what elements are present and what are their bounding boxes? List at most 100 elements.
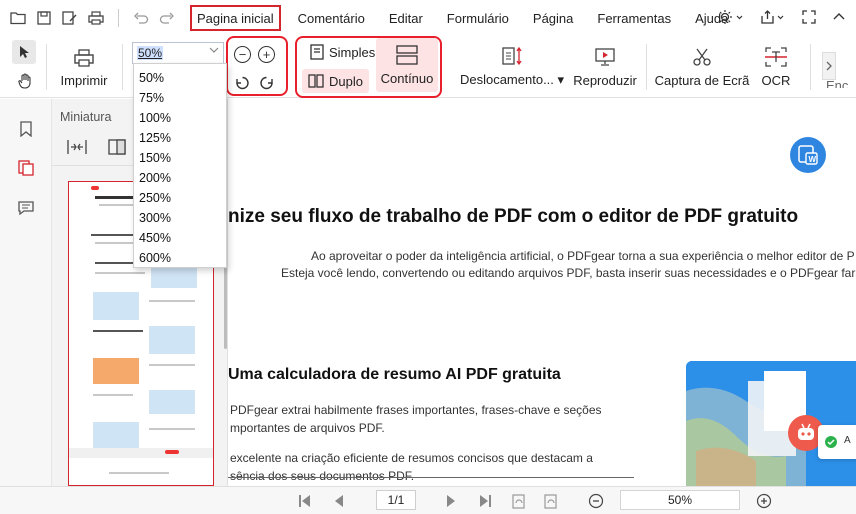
zoom-option[interactable]: 125% [134, 128, 226, 148]
zoom-in-icon[interactable]: + [258, 46, 275, 63]
split-pages-icon[interactable] [66, 139, 88, 158]
thumbnail-panel-title: Miniatura [60, 110, 112, 124]
double-page-label: Duplo [329, 73, 363, 89]
thumb-image [93, 292, 139, 320]
thumb-image [93, 422, 139, 448]
bottom-status-bar: 1/1 50% [0, 486, 856, 514]
thumb-line [149, 364, 195, 366]
ribbon-separator [646, 44, 647, 90]
previous-page-icon[interactable] [330, 491, 348, 511]
single-page-label: Simples [329, 44, 376, 60]
document-rule [228, 477, 634, 478]
select-tool-icon[interactable] [12, 40, 36, 64]
zoom-option[interactable]: 200% [134, 168, 226, 188]
play-label: Reproduzir [573, 73, 637, 88]
scroll-mode-button[interactable]: Deslocamento... ▾ [459, 44, 565, 88]
thumb-line [149, 428, 195, 430]
collapse-ribbon-icon[interactable] [832, 10, 846, 27]
ocr-button[interactable]: OCR [756, 44, 796, 88]
rotate-page-right-icon[interactable] [542, 491, 560, 511]
zoom-in-bottom-icon[interactable] [754, 491, 774, 511]
zoom-option[interactable]: 450% [134, 228, 226, 248]
chevron-right-icon[interactable] [822, 52, 836, 80]
rotate-left-icon[interactable] [234, 74, 251, 94]
single-page-icon [310, 44, 324, 60]
thumbnail-tools [66, 139, 126, 158]
rotate-page-left-icon[interactable] [510, 491, 528, 511]
screen-capture-button[interactable]: Captura de Ecrã [654, 44, 750, 88]
menu-editar[interactable]: Editar [377, 0, 435, 36]
zoom-level-field[interactable]: 50% [620, 490, 740, 510]
comment-icon[interactable] [16, 198, 36, 218]
last-page-icon[interactable] [476, 491, 494, 511]
ribbon-separator [122, 44, 123, 90]
scroll-mode-label: Deslocamento... ▾ [459, 72, 565, 87]
zoom-option[interactable]: 300% [134, 208, 226, 228]
menu-comentario[interactable]: Comentário [286, 0, 377, 36]
double-page-icon [308, 74, 324, 88]
word-icon-letter: W [809, 155, 817, 164]
bookmark-icon[interactable] [16, 119, 36, 139]
check-circle-icon [824, 435, 838, 452]
document-viewer[interactable]: W nize seu fluxo de trabalho de PDF com … [228, 99, 856, 486]
zoom-option[interactable]: 150% [134, 148, 226, 168]
menu-pagina[interactable]: Página [521, 0, 585, 36]
section-paragraph-line: sência dos seus documentos PDF. [230, 469, 415, 483]
continuous-label: Contínuo [380, 70, 434, 86]
scissors-icon [693, 48, 711, 66]
chevron-down-icon[interactable] [209, 46, 219, 57]
print-button[interactable]: Imprimir [56, 44, 112, 88]
edit-document-icon[interactable] [60, 8, 80, 28]
section-paragraph-line: PDFgear extrai habilmente frases importa… [230, 403, 602, 417]
zoom-option[interactable]: 50% [134, 68, 226, 88]
undo-icon[interactable] [131, 8, 151, 28]
next-page-icon[interactable] [442, 491, 460, 511]
hand-tool-icon[interactable] [14, 70, 36, 92]
open-folder-icon[interactable] [8, 8, 28, 28]
ocr-icon [765, 47, 787, 67]
zoom-dropdown-list: 50% 75% 100% 125% 150% 200% 250% 300% 45… [133, 63, 227, 268]
thumb-band [69, 448, 213, 458]
scroll-mode-icon [502, 46, 522, 66]
continuous-scroll-icon [396, 44, 418, 65]
menu-pagina-inicial[interactable]: Pagina inicial [185, 0, 286, 36]
save-icon[interactable] [34, 8, 54, 28]
zoom-out-icon[interactable]: − [234, 46, 251, 63]
thumb-cta [165, 450, 179, 454]
redo-icon[interactable] [157, 8, 177, 28]
share-icon[interactable] [760, 9, 786, 27]
thumbnails-icon[interactable] [16, 158, 36, 178]
zoom-option[interactable]: 100% [134, 108, 226, 128]
print-quick-icon[interactable] [86, 8, 106, 28]
double-page-button[interactable]: Duplo [302, 69, 369, 93]
page-number-input[interactable]: 1/1 [376, 490, 416, 510]
zoom-out-bottom-icon[interactable] [586, 491, 606, 511]
convert-to-word-icon[interactable]: W [790, 137, 826, 173]
section-paragraph-line: excelente na criação eficiente de resumo… [230, 451, 593, 465]
more-tools-button[interactable]: Enc [818, 44, 850, 88]
toast-text: A [844, 435, 851, 446]
page-layout-icon[interactable] [108, 139, 126, 158]
rotate-right-icon[interactable] [258, 74, 275, 94]
first-page-icon[interactable] [296, 491, 314, 511]
fullscreen-icon[interactable] [802, 9, 816, 27]
menu-ferramentas[interactable]: Ferramentas [585, 0, 683, 36]
ocr-label: OCR [761, 73, 791, 88]
thumb-line [95, 272, 145, 274]
continuous-button[interactable]: Contínuo [376, 38, 438, 92]
single-page-button[interactable]: Simples [304, 40, 381, 64]
more-tools-label: Enc [826, 78, 849, 88]
zoom-combobox-value[interactable]: 50% [137, 46, 164, 60]
zoom-option[interactable]: 75% [134, 88, 226, 108]
play-button[interactable]: Reproduzir [572, 44, 638, 88]
menu-formulario[interactable]: Formulário [435, 0, 521, 36]
section-heading: Uma calculadora de resumo AI PDF gratuit… [228, 366, 561, 383]
zoom-combobox[interactable]: 50% [132, 42, 224, 64]
zoom-option[interactable]: 600% [134, 248, 226, 268]
theme-sun-icon[interactable] [718, 9, 744, 27]
ribbon-separator [46, 44, 47, 90]
zoom-option[interactable]: 250% [134, 188, 226, 208]
print-label: Imprimir [60, 73, 108, 88]
document-heading: nize seu fluxo de trabalho de PDF com o … [228, 206, 799, 227]
document-intro-line: Esteja você lendo, convertendo ou editan… [281, 266, 856, 280]
